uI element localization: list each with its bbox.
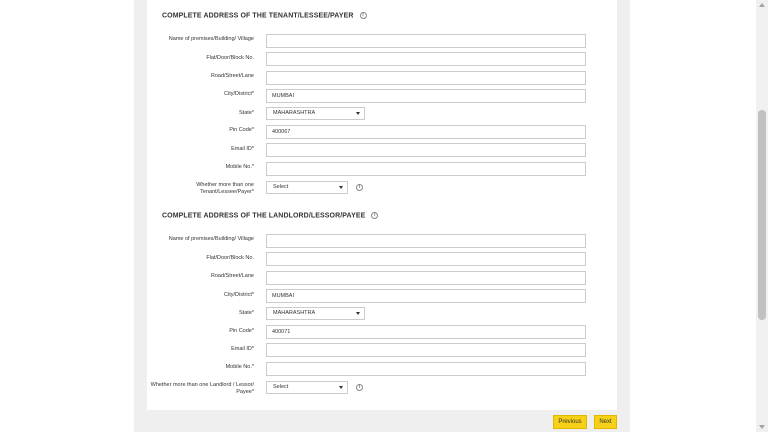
tenant-mobile-label: Mobile No.* [225, 164, 254, 170]
info-icon[interactable]: i [356, 384, 363, 391]
tenant-multiple-label: Whether more than one Tenant/Lessee/Paye… [196, 182, 254, 195]
landlord-city-label: City/District* [224, 292, 254, 298]
chevron-down-icon [356, 312, 360, 315]
landlord-state-label: State* [239, 310, 254, 316]
tenant-premises-input[interactable] [266, 34, 586, 48]
landlord-multiple-select[interactable]: Select [266, 381, 348, 394]
tenant-state-label: State* [239, 110, 254, 116]
tenant-flat-input[interactable] [266, 52, 586, 66]
landlord-flat-label: Flat/Door/Block No. [206, 255, 254, 261]
scrollbar-thumb[interactable] [758, 110, 766, 320]
tenant-section-title: COMPLETE ADDRESS OF THE TENANT/LESSEE/PA… [162, 12, 367, 19]
tenant-multiple-select[interactable]: Select [266, 181, 348, 194]
tenant-premises-label: Name of premises/Building/ Village [168, 36, 254, 42]
tenant-city-label: City/District* [224, 91, 254, 97]
landlord-section-title-text: COMPLETE ADDRESS OF THE LANDLORD/LESSOR/… [162, 212, 366, 220]
landlord-premises-label: Name of premises/Building/ Village [168, 236, 254, 242]
landlord-road-label: Road/Street/Lane [210, 273, 254, 279]
landlord-email-input[interactable] [266, 343, 586, 357]
chevron-down-icon [339, 386, 343, 389]
tenant-state-value: MAHARASHTRA [273, 110, 316, 116]
landlord-state-select[interactable]: MAHARASHTRA [266, 307, 365, 320]
tenant-road-input[interactable] [266, 71, 586, 85]
tenant-pin-label: Pin Code* [229, 127, 254, 133]
landlord-pin-label: Pin Code* [229, 328, 254, 334]
scroll-down-icon[interactable] [759, 425, 765, 429]
landlord-city-input[interactable]: MUMBAI [266, 289, 586, 303]
tenant-email-label: Email ID* [231, 146, 254, 152]
landlord-mobile-input[interactable] [266, 362, 586, 376]
tenant-road-label: Road/Street/Lane [210, 73, 254, 79]
next-button[interactable]: Next [594, 415, 617, 429]
landlord-state-value: MAHARASHTRA [273, 310, 316, 316]
previous-button[interactable]: Previous [553, 415, 587, 429]
landlord-premises-input[interactable] [266, 234, 586, 248]
tenant-multiple-value: Select [273, 184, 289, 190]
landlord-mobile-label: Mobile No.* [225, 364, 254, 370]
landlord-section-title: COMPLETE ADDRESS OF THE LANDLORD/LESSOR/… [162, 212, 379, 220]
tenant-flat-label: Flat/Door/Block No. [206, 55, 254, 61]
tenant-pin-input[interactable]: 400067 [266, 125, 586, 139]
scroll-up-icon[interactable] [759, 3, 765, 7]
landlord-email-label: Email ID* [231, 346, 254, 352]
landlord-road-input[interactable] [266, 271, 586, 285]
chevron-down-icon [356, 112, 360, 115]
tenant-city-input[interactable]: MUMBAI [266, 89, 586, 103]
tenant-section-title-text: COMPLETE ADDRESS OF THE TENANT/LESSEE/PA… [162, 12, 354, 20]
landlord-flat-input[interactable] [266, 252, 586, 266]
landlord-pin-input[interactable]: 400071 [266, 325, 586, 339]
info-icon[interactable]: i [356, 184, 363, 191]
landlord-multiple-value: Select [273, 384, 289, 390]
tenant-email-input[interactable] [266, 143, 586, 157]
info-icon[interactable]: i [371, 212, 379, 219]
tenant-mobile-input[interactable] [266, 162, 586, 176]
chevron-down-icon [339, 186, 343, 189]
tenant-state-select[interactable]: MAHARASHTRA [266, 107, 365, 120]
scrollbar[interactable] [756, 0, 768, 432]
info-icon[interactable]: i [359, 12, 367, 19]
landlord-multiple-label: Whether more than one Landlord / Lessor/… [150, 382, 254, 395]
